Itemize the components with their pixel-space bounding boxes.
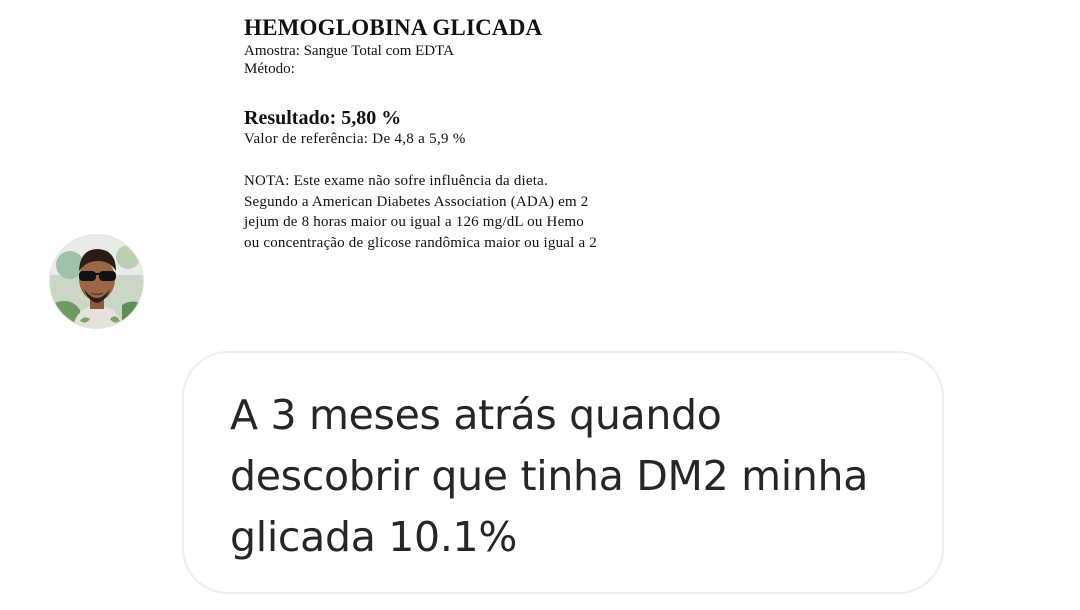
report-note-line: Segundo a American Diabetes Association … bbox=[244, 193, 589, 210]
chat-screen: HEMOGLOBINA GLICADA Amostra: Sangue Tota… bbox=[0, 0, 1080, 610]
report-note-line: ou concentração de glicose randômica mai… bbox=[244, 234, 597, 251]
report-note-line: NOTA: Este exame não sofre influência da… bbox=[244, 173, 548, 189]
lab-report-content: HEMOGLOBINA GLICADA Amostra: Sangue Tota… bbox=[244, 14, 662, 253]
profile-photo-icon bbox=[50, 235, 143, 328]
message-bubble[interactable]: A 3 meses atrás quando descobrir que tin… bbox=[182, 351, 944, 594]
shared-lab-report-image[interactable]: HEMOGLOBINA GLICADA Amostra: Sangue Tota… bbox=[182, 0, 662, 290]
report-result: Resultado: 5,80 % bbox=[244, 107, 402, 129]
report-method: Método: bbox=[244, 61, 295, 77]
message-text: A 3 meses atrás quando descobrir que tin… bbox=[230, 391, 869, 561]
sender-avatar[interactable] bbox=[49, 234, 144, 329]
report-note-line: jejum de 8 horas maior ou igual a 126 mg… bbox=[244, 214, 584, 230]
report-title: HEMOGLOBINA GLICADA bbox=[244, 15, 543, 40]
report-sample: Amostra: Sangue Total com EDTA bbox=[244, 43, 454, 59]
report-reference-range: Valor de referência: De 4,8 a 5,9 % bbox=[244, 131, 466, 147]
report-note: NOTA: Este exame não sofre influência da… bbox=[244, 171, 662, 253]
